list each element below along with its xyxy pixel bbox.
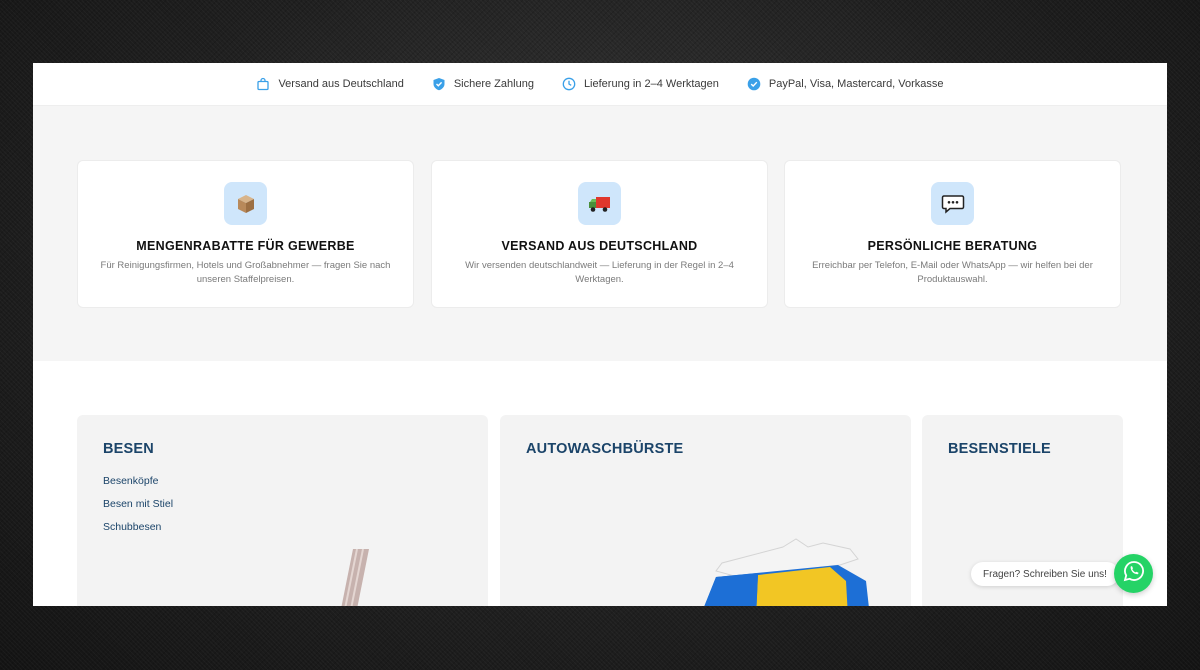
feature-card-consultation: PERSÖNLICHE BERATUNG Erreichbar per Tele…: [784, 160, 1121, 308]
whatsapp-button[interactable]: [1114, 554, 1153, 593]
feature-card-shipping: VERSAND AUS DEUTSCHLAND Wir versenden de…: [431, 160, 768, 308]
trust-item-label: Sichere Zahlung: [453, 78, 534, 90]
trust-item-delivery: Lieferung in 2–4 Werktagen: [562, 77, 719, 91]
feature-title: PERSÖNLICHE BERATUNG: [867, 239, 1038, 253]
feature-title: MENGENRABATTE FÜR GEWERBE: [136, 239, 355, 253]
features-section: MENGENRABATTE FÜR GEWERBE Für Reinigungs…: [33, 106, 1167, 361]
category-link-besenkoepfe[interactable]: Besenköpfe: [103, 475, 173, 487]
shield-check-icon: [432, 77, 446, 91]
trust-item-payment: Sichere Zahlung: [432, 77, 534, 91]
category-title[interactable]: BESEN: [103, 441, 154, 457]
whatsapp-bubble-text: Fragen? Schreiben Sie uns!: [983, 568, 1107, 580]
trust-bar: Versand aus Deutschland Sichere Zahlung …: [33, 63, 1167, 106]
car-wash-brush-image: [698, 537, 888, 606]
category-title[interactable]: AUTOWASCHBÜRSTE: [526, 441, 683, 457]
trust-item-label: Lieferung in 2–4 Werktagen: [583, 78, 719, 90]
trust-item-label: PayPal, Visa, Mastercard, Vorkasse: [768, 78, 944, 90]
category-link-schubbesen[interactable]: Schubbesen: [103, 521, 173, 533]
category-card-besen[interactable]: BESEN Besenköpfe Besen mit Stiel Schubbe…: [77, 415, 488, 606]
category-links: Besenköpfe Besen mit Stiel Schubbesen: [103, 475, 173, 544]
clock-icon: [562, 77, 576, 91]
category-card-autowaschbuerste[interactable]: AUTOWASCHBÜRSTE: [500, 415, 911, 606]
whatsapp-icon: [1123, 560, 1145, 587]
trust-item-methods: PayPal, Visa, Mastercard, Vorkasse: [747, 77, 944, 91]
website-page: Versand aus Deutschland Sichere Zahlung …: [33, 63, 1167, 606]
box-icon: [224, 182, 267, 225]
feature-description: Wir versenden deutschlandweit — Lieferun…: [465, 260, 734, 285]
bag-icon: [256, 77, 270, 91]
whatsapp-chat-bubble[interactable]: Fragen? Schreiben Sie uns!: [971, 562, 1119, 586]
feature-card-bulk-discount: MENGENRABATTE FÜR GEWERBE Für Reinigungs…: [77, 160, 414, 308]
feature-description: Für Reinigungsfirmen, Hotels und Großabn…: [100, 260, 391, 285]
trust-item-label: Versand aus Deutschland: [278, 78, 404, 90]
check-circle-icon: [747, 77, 761, 91]
category-link-besen-mit-stiel[interactable]: Besen mit Stiel: [103, 498, 173, 510]
category-title[interactable]: BESENSTIELE: [948, 441, 1051, 457]
trust-item-shipping: Versand aus Deutschland: [256, 77, 404, 91]
chat-icon: [931, 182, 974, 225]
broom-image: [335, 548, 375, 606]
truck-icon: [578, 182, 621, 225]
feature-title: VERSAND AUS DEUTSCHLAND: [501, 239, 698, 253]
feature-description: Erreichbar per Telefon, E-Mail oder What…: [812, 260, 1093, 285]
